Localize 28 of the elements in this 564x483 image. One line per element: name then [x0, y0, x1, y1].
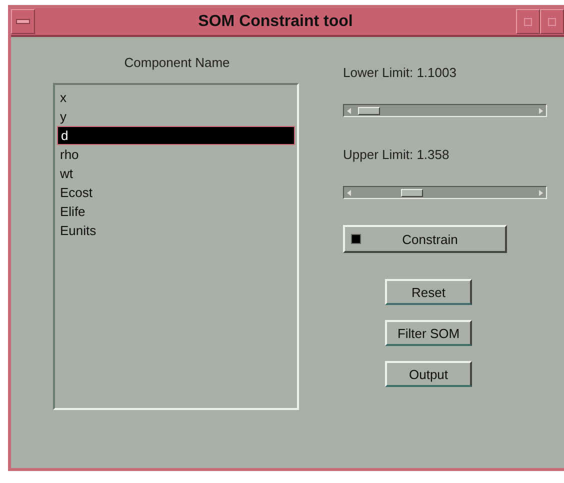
window-title: SOM Constraint tool	[197, 12, 354, 30]
action-button[interactable]: Filter SOM	[385, 320, 472, 346]
list-label: Component Name	[123, 55, 231, 70]
action-button[interactable]: Output	[385, 361, 472, 387]
minimize-button[interactable]	[516, 9, 540, 34]
lower-limit-slider[interactable]	[343, 104, 547, 117]
slider-thumb[interactable]	[358, 107, 380, 115]
arrow-left-icon[interactable]	[345, 188, 353, 196]
list-item[interactable]: rho	[57, 145, 295, 164]
maximize-button[interactable]	[540, 9, 564, 34]
upper-limit-slider[interactable]	[343, 186, 547, 199]
list-item[interactable]: d	[57, 126, 295, 145]
list-item[interactable]: y	[57, 107, 295, 126]
constrain-toggle-button[interactable]: Constrain	[343, 225, 507, 253]
arrow-right-icon[interactable]	[537, 188, 545, 196]
action-button[interactable]: Reset	[385, 279, 472, 305]
list-item[interactable]: wt	[57, 164, 295, 183]
arrow-left-icon[interactable]	[345, 106, 353, 114]
arrow-right-icon[interactable]	[537, 106, 545, 114]
upper-limit-label: Upper Limit: 1.358	[343, 147, 450, 162]
list-item[interactable]: x	[57, 88, 295, 107]
lower-limit-label: Lower Limit: 1.1003	[343, 65, 458, 80]
list-item[interactable]: Ecost	[57, 183, 295, 202]
slider-thumb[interactable]	[401, 189, 424, 197]
component-list[interactable]: x y d rho wt Ecost Elife Eunits	[53, 83, 299, 410]
window-menu-button[interactable]	[11, 9, 35, 34]
list-item[interactable]: Eunits	[57, 221, 295, 240]
list-item[interactable]: Elife	[57, 202, 295, 221]
